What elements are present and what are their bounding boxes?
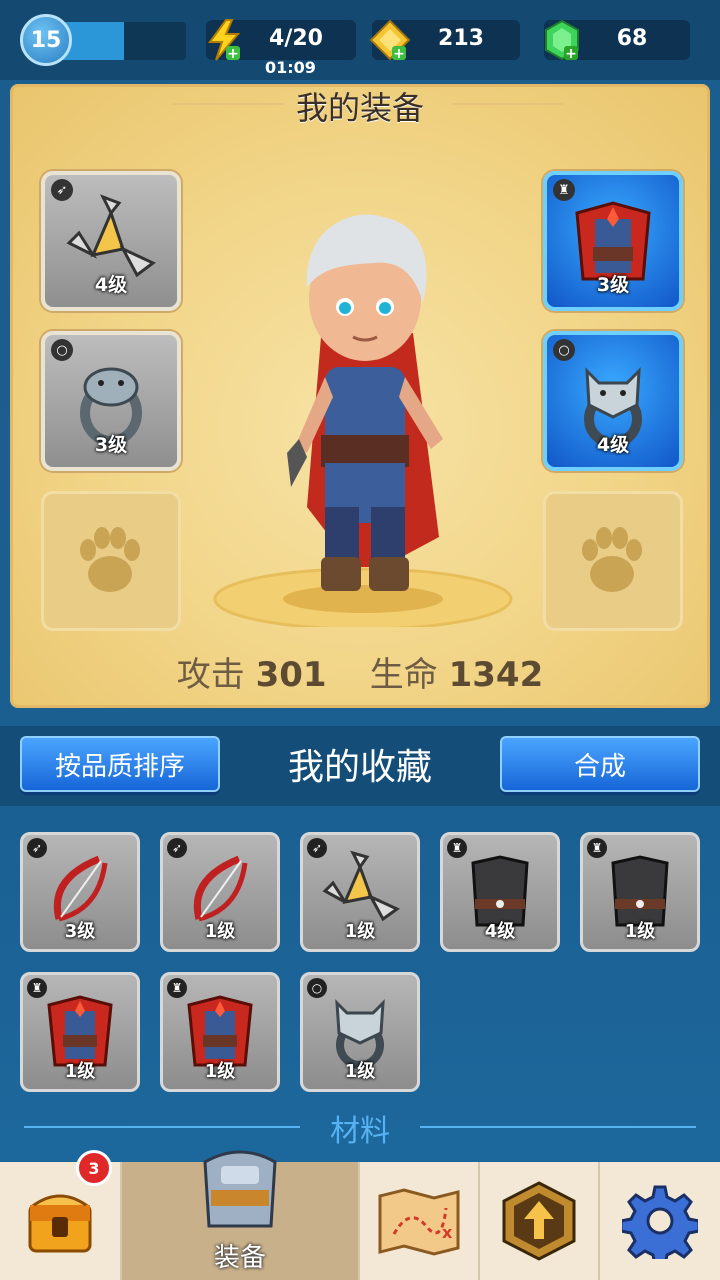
energy-timer: 01:09: [265, 58, 316, 77]
hero-character[interactable]: [203, 207, 523, 627]
nav-shop[interactable]: 3: [0, 1150, 122, 1280]
ring-slot[interactable]: ○ 3级: [41, 331, 181, 471]
collection-item-shuriken[interactable]: ➶ 1级: [300, 832, 420, 952]
weapon-level: 4级: [94, 274, 128, 296]
gear-icon: [622, 1185, 698, 1259]
armor-level: 3级: [596, 274, 630, 296]
nav-settings[interactable]: [600, 1162, 720, 1280]
item-level: 1级: [344, 921, 376, 942]
bottom-nav: 3 装备 x: [0, 1150, 720, 1280]
armor-slot[interactable]: ♜ 3级: [543, 171, 683, 311]
hp-label: 生命: [369, 655, 438, 695]
ring-slot-2[interactable]: ○ 4级: [543, 331, 683, 471]
nav-map[interactable]: x: [360, 1162, 480, 1280]
equipment-title: 我的装备: [295, 89, 424, 127]
item-level: 1级: [344, 1061, 376, 1082]
hp-value: 1342: [448, 655, 544, 695]
top-bar: 15 + 4/20 01:09 + 213 + 68: [0, 0, 720, 80]
chest-icon: [28, 1194, 92, 1253]
energy-counter[interactable]: + 4/20: [206, 19, 356, 62]
gem-value: 68: [616, 26, 648, 51]
item-level: 1级: [624, 921, 656, 942]
paw-icon: [582, 527, 642, 592]
item-level: 3级: [64, 921, 96, 942]
collection-item-bow[interactable]: ➶ 1级: [160, 832, 280, 952]
weapon-slot[interactable]: ➶ 4级: [41, 171, 181, 311]
player-level-badge[interactable]: 15: [20, 14, 72, 66]
map-icon: x: [378, 1188, 460, 1256]
gold-value: 213: [438, 26, 484, 51]
gem-counter[interactable]: + 68: [544, 19, 690, 62]
collection-item-red-cape-armor[interactable]: ♜ 1级: [160, 972, 280, 1092]
hero-stats: 攻击 301 生命 1342: [13, 647, 707, 696]
item-level: 1级: [64, 1061, 96, 1082]
materials-label[interactable]: 材料: [0, 1106, 720, 1150]
item-level: 4级: [484, 921, 516, 942]
collection-item-wolf-ring[interactable]: ○ 1级: [300, 972, 420, 1092]
energy-value: 4/20: [269, 26, 323, 51]
gold-counter[interactable]: + 213: [369, 19, 520, 62]
collection-item-dark-vest[interactable]: ♜ 1级: [580, 832, 700, 952]
svg-text:x: x: [442, 1223, 453, 1242]
nav-upgrade[interactable]: [480, 1162, 600, 1280]
paw-icon: [80, 527, 140, 592]
collection-item-red-cape-armor[interactable]: ♜ 1级: [20, 972, 140, 1092]
collection-item-bow[interactable]: ➶ 3级: [20, 832, 140, 952]
nav-equipment[interactable]: 装备: [122, 1150, 360, 1280]
shop-badge: 3: [76, 1150, 112, 1186]
item-level: 1级: [204, 1061, 236, 1082]
equipment-panel: 我的装备 ➶ 4级 ○ 3级 ♜ 3级 ○ 4级 攻击 301 生命 1342: [10, 84, 710, 708]
armor-icon: [203, 1150, 277, 1228]
merge-button[interactable]: 合成: [500, 736, 700, 792]
attack-label: 攻击: [176, 655, 245, 695]
ring-2-level: 4级: [596, 434, 630, 456]
item-level: 1级: [204, 921, 236, 942]
ring-level: 3级: [94, 434, 128, 456]
upgrade-icon: [502, 1181, 576, 1261]
nav-equipment-label: 装备: [213, 1243, 266, 1273]
collection-item-dark-vest[interactable]: ♜ 4级: [440, 832, 560, 952]
attack-value: 301: [255, 655, 327, 695]
collection-header: 按品质排序 我的收藏 合成: [0, 726, 720, 806]
pet-slot-left[interactable]: [41, 491, 181, 631]
pet-slot-right[interactable]: [543, 491, 683, 631]
